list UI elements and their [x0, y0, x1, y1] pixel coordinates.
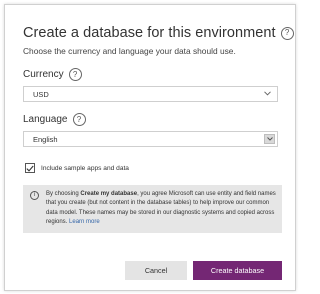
create-database-button[interactable]: Create database — [193, 261, 282, 280]
info-bold: Create my database — [80, 191, 138, 197]
currency-select[interactable]: USD — [23, 86, 278, 102]
currency-label: Currency — [23, 69, 64, 80]
currency-label-row: Currency ? — [23, 68, 82, 81]
dialog-subtitle: Choose the currency and language your da… — [23, 46, 236, 56]
dialog-title: Create a database for this environment — [23, 25, 276, 41]
chevron-down-icon — [264, 134, 275, 144]
info-icon: i — [30, 191, 39, 200]
create-database-dialog: Create a database for this environment ?… — [4, 4, 296, 291]
sample-apps-row: Include sample apps and data — [25, 163, 129, 173]
cancel-button[interactable]: Cancel — [125, 261, 187, 280]
info-notice: i By choosing Create my database, you ag… — [23, 185, 282, 233]
checkmark-icon — [26, 165, 34, 172]
sample-apps-label: Include sample apps and data — [41, 164, 129, 172]
currency-help-icon[interactable]: ? — [68, 68, 82, 81]
learn-more-link[interactable]: Learn more — [69, 219, 100, 225]
language-help-icon[interactable]: ? — [72, 113, 86, 126]
chevron-down-icon — [264, 89, 271, 98]
language-value: English — [33, 134, 58, 144]
language-label: Language — [23, 114, 68, 125]
currency-value: USD — [33, 89, 49, 99]
info-text-start: By choosing — [46, 191, 81, 197]
title-row: Create a database for this environment ? — [23, 25, 294, 41]
language-select[interactable]: English — [23, 131, 278, 147]
help-icon[interactable]: ? — [280, 26, 294, 40]
sample-apps-checkbox[interactable] — [25, 163, 35, 173]
language-label-row: Language ? — [23, 113, 86, 126]
